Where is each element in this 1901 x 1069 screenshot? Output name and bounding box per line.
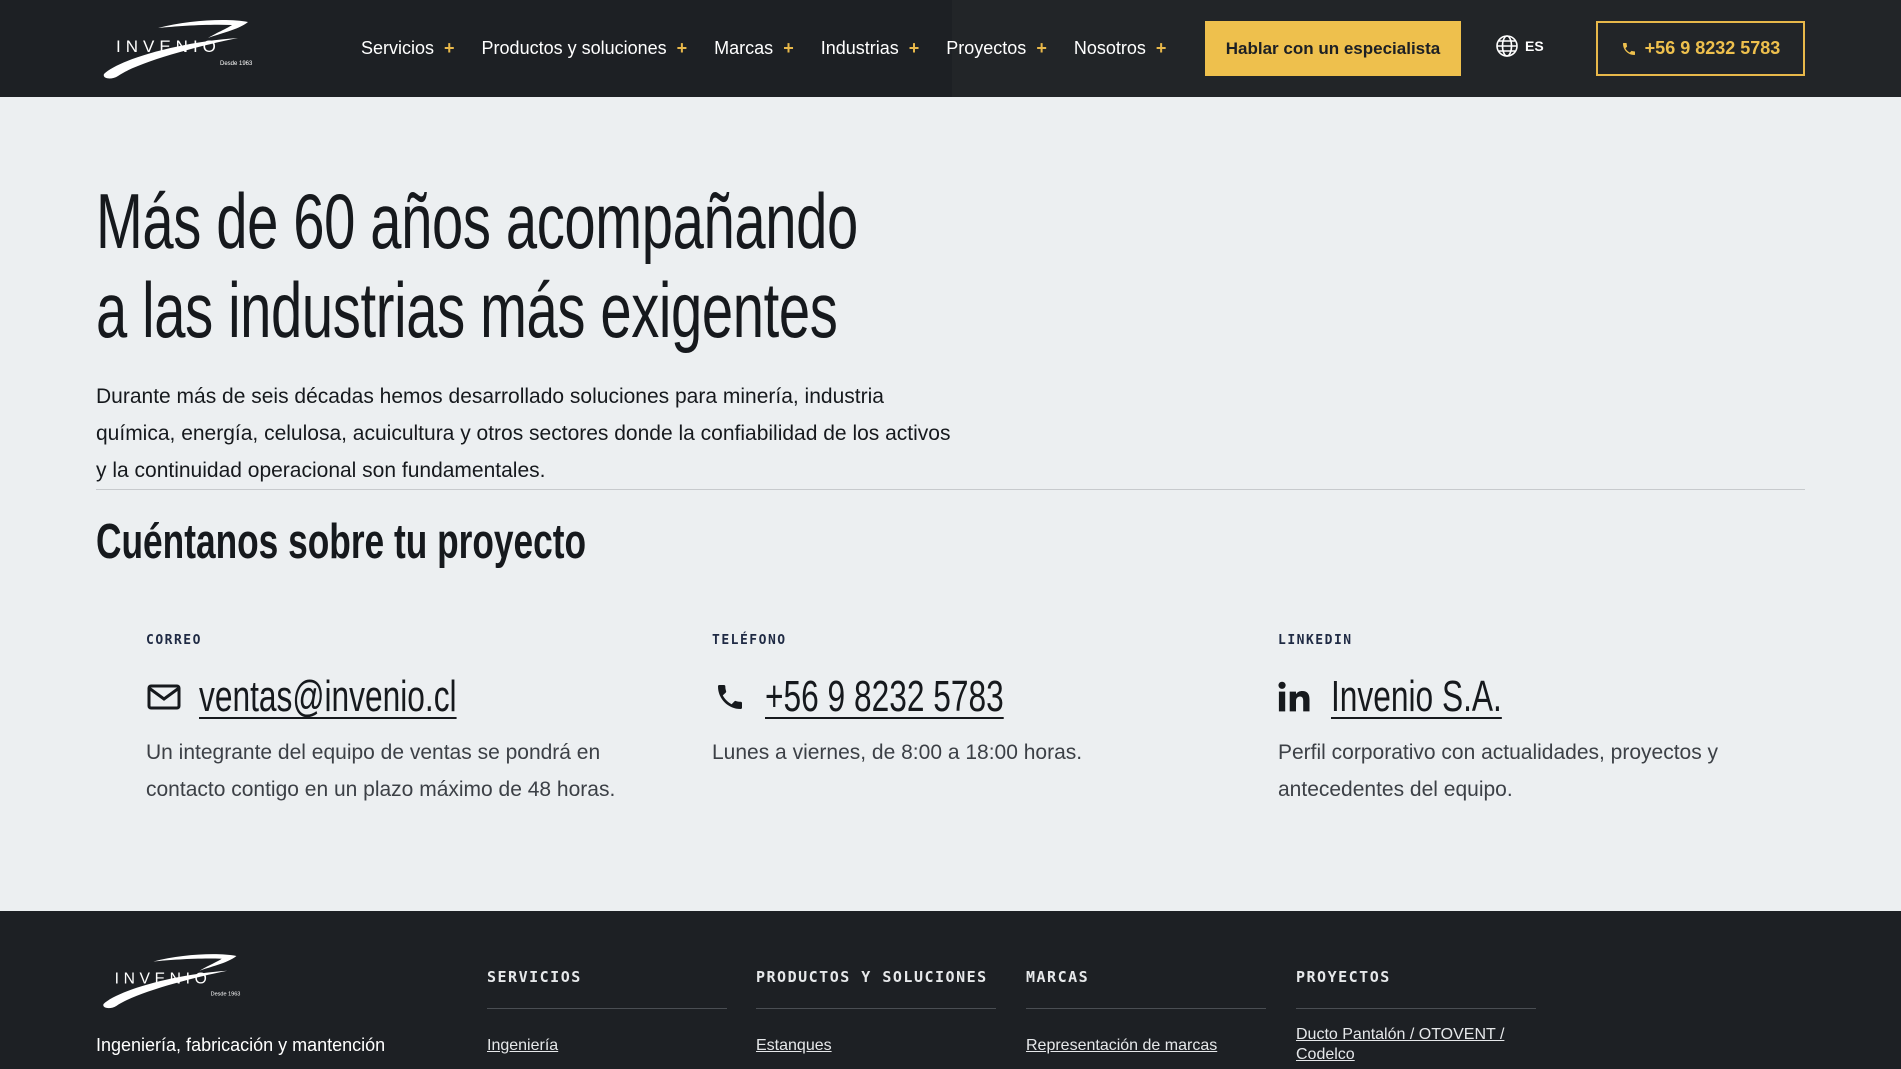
contact-card-phone: TELÉFONO +56 9 8232 5783 Lunes a viernes… (712, 633, 1232, 771)
invenio-logo[interactable]: INVENIO Desde 1963 (98, 16, 254, 80)
contact-section-title: Cuéntanos sobre tu proyecto (96, 515, 587, 569)
hero-title-line-1: Más de 60 años acompañando (96, 177, 858, 265)
contact-card-email: CORREO ventas@invenio.cl Un integrante d… (146, 633, 666, 808)
nav-industrias[interactable]: Industrias + (821, 38, 920, 59)
footer-link[interactable]: Ducto Pantalón / OTOVENT / Codelco (1296, 1025, 1536, 1065)
phone-icon (1622, 42, 1635, 55)
globe-icon (1496, 35, 1518, 57)
hero-title-line-2: a las industrias más exigentes (96, 266, 838, 354)
nav-label: Industrias (820, 38, 899, 58)
linkedin-link[interactable]: Invenio S.A. (1331, 672, 1502, 722)
nav-servicios[interactable]: Servicios + (361, 38, 455, 59)
nav-label: Nosotros (1073, 38, 1146, 58)
plus-icon: + (783, 38, 794, 58)
hero-title: Más de 60 años acompañando a las industr… (96, 177, 858, 355)
footer-invenio-logo[interactable]: INVENIO Desde 1963 (98, 949, 242, 1011)
footer-link[interactable]: Estanques (756, 1036, 832, 1056)
footer-column-heading: MARCAS (1026, 968, 1266, 1009)
footer-column-servicios: SERVICIOS Ingeniería (487, 968, 727, 1056)
contact-card-label: TELÉFONO (712, 633, 787, 648)
nav-label: Proyectos (946, 38, 1027, 58)
nav-marcas[interactable]: Marcas + (714, 38, 794, 59)
header-phone-button[interactable]: +56 9 8232 5783 (1596, 21, 1805, 76)
nav-label: Servicios (361, 38, 435, 58)
nav-proyectos[interactable]: Proyectos + (946, 38, 1047, 59)
plus-icon: + (444, 38, 455, 58)
nav-productos[interactable]: Productos y soluciones + (482, 38, 688, 59)
contact-card-label: LINKEDIN (1278, 633, 1353, 648)
footer-column-productos: PRODUCTOS Y SOLUCIONES Estanques (756, 968, 996, 1056)
mail-icon (146, 679, 182, 715)
email-link[interactable]: ventas@invenio.cl (199, 672, 457, 722)
talk-to-specialist-button[interactable]: Hablar con un especialista (1205, 21, 1461, 76)
language-selector[interactable]: ES (1495, 34, 1544, 58)
contact-card-linkedin: LINKEDIN Invenio S.A. Perfil corporativo… (1278, 633, 1798, 808)
main-nav: Servicios + Productos y soluciones + Marca… (361, 0, 1193, 97)
logo-since: Desde 1963 (220, 61, 253, 67)
nav-label: Marcas (714, 38, 774, 58)
plus-icon: + (908, 38, 920, 58)
plus-icon: + (1155, 38, 1167, 58)
footer-link[interactable]: Representación de marcas (1026, 1036, 1217, 1056)
footer-column-heading: SERVICIOS (487, 968, 727, 1009)
contact-card-description: Un integrante del equipo de ventas se po… (146, 741, 616, 801)
footer-link[interactable]: Ingeniería (487, 1036, 558, 1056)
footer-column-proyectos: PROYECTOS Ducto Pantalón / OTOVENT / Cod… (1296, 968, 1536, 1065)
footer-column-heading: PRODUCTOS Y SOLUCIONES (756, 968, 996, 1009)
nav-nosotros[interactable]: Nosotros + (1074, 38, 1167, 59)
language-code: ES (1525, 38, 1544, 54)
plus-icon: + (1036, 38, 1047, 58)
footer-logo-since: Desde 1963 (211, 992, 241, 998)
hero-description: Durante más de seis décadas hemos desarr… (96, 385, 951, 482)
footer-tagline: Ingeniería, fabricación y mantención (96, 1035, 386, 1055)
linkedin-icon (1278, 679, 1314, 715)
footer-column-heading: PROYECTOS (1296, 968, 1536, 1009)
contact-card-description: Perfil corporativo con actualidades, pro… (1278, 741, 1719, 801)
phone-link[interactable]: +56 9 8232 5783 (765, 672, 1004, 722)
contact-card-label: CORREO (146, 633, 202, 648)
contact-card-description: Lunes a viernes, de 8:00 a 18:00 horas. (712, 741, 1083, 764)
logo-wordmark: INVENIO (116, 37, 221, 56)
phone-icon (712, 679, 748, 715)
footer-column-marcas: MARCAS Representación de marcas (1026, 968, 1266, 1056)
section-divider (96, 489, 1805, 490)
header-phone-number: +56 9 8232 5783 (1644, 38, 1781, 58)
nav-label: Productos y soluciones (481, 38, 667, 58)
plus-icon: + (676, 38, 688, 58)
footer-logo-wordmark: INVENIO (115, 971, 212, 988)
